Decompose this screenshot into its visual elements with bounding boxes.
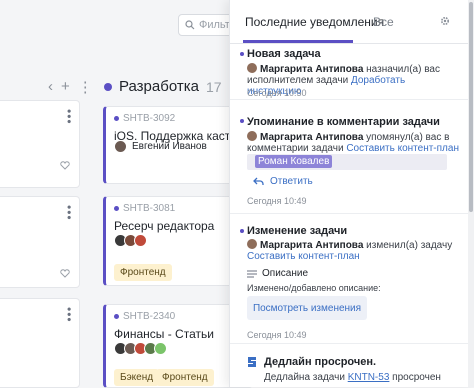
tag: Фронтенд — [156, 369, 214, 386]
notification-author: Маргарита Антипова — [260, 64, 364, 75]
notification-item[interactable]: Новая задача Маргарита Антипова назначил… — [230, 44, 469, 100]
notification-suffix: просрочен — [389, 372, 441, 383]
panel-tabs: Последние уведомления Все — [230, 0, 470, 44]
notification-item[interactable]: Изменение задачи Маргарита Антипова изме… — [230, 220, 469, 344]
notification-author: Маргарита Антипова — [260, 240, 364, 251]
reply-label: Ответить — [270, 176, 313, 187]
card-assignees — [114, 342, 167, 355]
prev-column-button[interactable]: ‹ — [48, 78, 53, 96]
card-assignees — [114, 234, 147, 247]
notification-title: Изменение задачи — [247, 225, 348, 237]
notification-time: Сегодня 10:50 — [247, 88, 307, 98]
active-tab-indicator — [243, 40, 353, 43]
card[interactable]: ••• — [0, 196, 80, 288]
status-dot — [114, 314, 119, 319]
card-title: Финансы - Статьи — [114, 327, 214, 341]
tag: Бэкенд — [114, 369, 160, 386]
status-dot — [114, 206, 119, 211]
search-icon — [185, 20, 195, 30]
card-id: SHTB-3092 — [114, 113, 175, 124]
notification-text: Дедлайна задачи — [264, 372, 348, 383]
view-changes-button[interactable]: Посмотреть изменения — [247, 296, 367, 320]
description-icon — [247, 270, 257, 277]
notification-item[interactable]: Дедлайн просрочен. Дедлайна задачи KNTN-… — [230, 350, 469, 387]
task-link[interactable]: KNTN-53 — [348, 372, 390, 383]
card-menu-icon[interactable]: ••• — [62, 205, 76, 221]
card[interactable]: ••• — [0, 298, 80, 388]
column-header: Разработка 17 — [104, 78, 222, 95]
notification-time: Сегодня 10:49 — [247, 196, 307, 206]
mention-chip: Роман Ковалев — [255, 155, 333, 168]
notification-author: Маргарита Антипова — [260, 132, 364, 143]
scrollbar[interactable] — [468, 0, 474, 387]
card[interactable]: ••• — [0, 100, 80, 188]
avatar — [154, 342, 167, 355]
status-dot — [114, 116, 119, 121]
add-card-button[interactable]: + — [61, 78, 70, 96]
notifications-panel: Последние уведомления Все Новая задача М… — [229, 0, 474, 387]
column-menu-button[interactable]: ⋮ — [78, 78, 93, 96]
avatar — [247, 131, 257, 141]
column-count: 17 — [205, 78, 222, 95]
assignee-name: Евгений Иванов — [132, 141, 207, 152]
reply-icon — [253, 177, 264, 185]
changed-field-label: Описание — [262, 268, 309, 279]
unread-indicator — [240, 52, 244, 56]
avatar — [134, 234, 147, 247]
column-controls: ‹ + ⋮ — [48, 78, 93, 96]
tab-recent-notifications[interactable]: Последние уведомления — [245, 15, 384, 29]
card-menu-icon[interactable]: ••• — [62, 109, 76, 125]
task-link[interactable]: Составить контент-план — [346, 143, 459, 154]
card-id-text: SHTB-2340 — [123, 311, 176, 322]
comment-quote: Роман Ковалев — [247, 154, 447, 170]
task-link[interactable]: Составить контент-план — [247, 251, 360, 262]
card-id: SHTB-2340 — [114, 311, 175, 322]
notification-body: Маргарита Антипова изменил(а) задачу Сос… — [247, 239, 459, 262]
deadline-icon — [248, 357, 256, 367]
card-menu-icon[interactable]: ••• — [62, 307, 76, 323]
notification-item[interactable]: Упоминание в комментарии задачи Маргарит… — [230, 110, 469, 214]
notification-text: изменил(а) задачу — [363, 240, 453, 251]
reply-button[interactable]: Ответить — [253, 176, 313, 187]
tag: Фронтенд — [114, 264, 172, 281]
unread-indicator — [240, 229, 244, 233]
notification-title: Новая задача — [247, 48, 321, 60]
card-id-text: SHTB-3092 — [123, 113, 176, 124]
avatar — [247, 239, 257, 249]
notification-time: Сегодня 10:49 — [247, 330, 307, 340]
unread-indicator — [240, 119, 244, 123]
column-status-dot — [104, 82, 112, 91]
notification-title: Дедлайн просрочен. — [264, 356, 377, 368]
avatar — [247, 63, 257, 73]
column-title: Разработка — [119, 78, 199, 95]
change-summary: Изменено/добавлено описание: — [247, 283, 381, 293]
heart-icon[interactable] — [60, 161, 70, 170]
changed-field: Описание — [247, 268, 308, 279]
tab-all[interactable]: Все — [373, 15, 394, 29]
notification-body: Дедлайна задачи KNTN-53 просрочен — [264, 372, 459, 383]
scroll-thumb[interactable] — [469, 2, 473, 212]
card-title: Ресерч редактора — [114, 219, 215, 233]
notification-body: Маргарита Антипова упомянул(а) вас в ком… — [247, 131, 459, 154]
heart-icon[interactable] — [60, 269, 70, 278]
notification-title: Упоминание в комментарии задачи — [247, 116, 440, 128]
card-id-text: SHTB-3081 — [123, 203, 176, 214]
card-id: SHTB-3081 — [114, 203, 175, 214]
gear-icon[interactable] — [440, 16, 450, 26]
card-assignees: Евгений Иванов — [114, 140, 207, 153]
avatar — [114, 140, 127, 153]
